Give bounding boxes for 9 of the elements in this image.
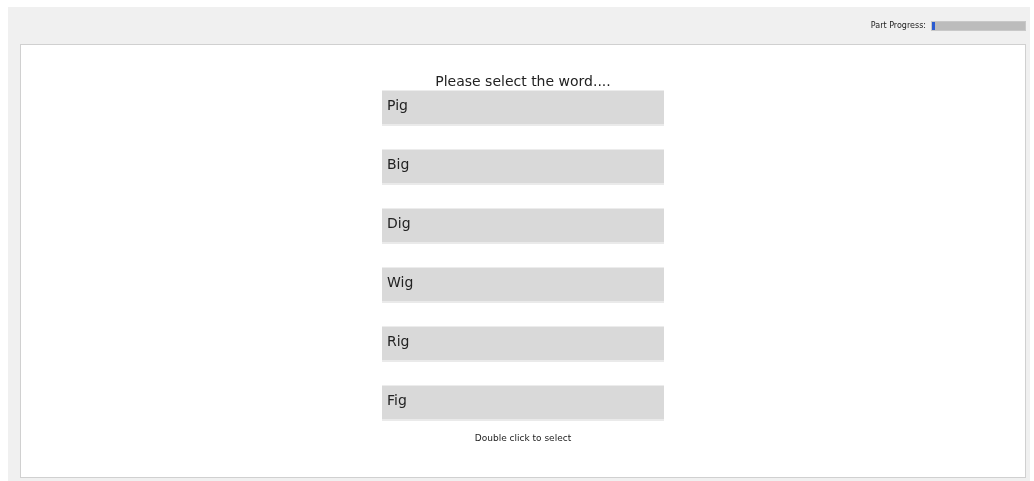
prompt-text: Please select the word.... <box>435 72 611 90</box>
hint-text: Double click to select <box>474 433 572 443</box>
word-option[interactable]: Dig <box>382 208 664 244</box>
word-option[interactable]: Big <box>382 149 664 185</box>
progress-label: Part Progress: <box>870 21 926 30</box>
word-option[interactable]: Wig <box>382 267 664 303</box>
word-option[interactable]: Rig <box>382 326 664 362</box>
word-option[interactable]: Fig <box>382 385 664 421</box>
word-option[interactable]: Pig <box>382 90 664 126</box>
